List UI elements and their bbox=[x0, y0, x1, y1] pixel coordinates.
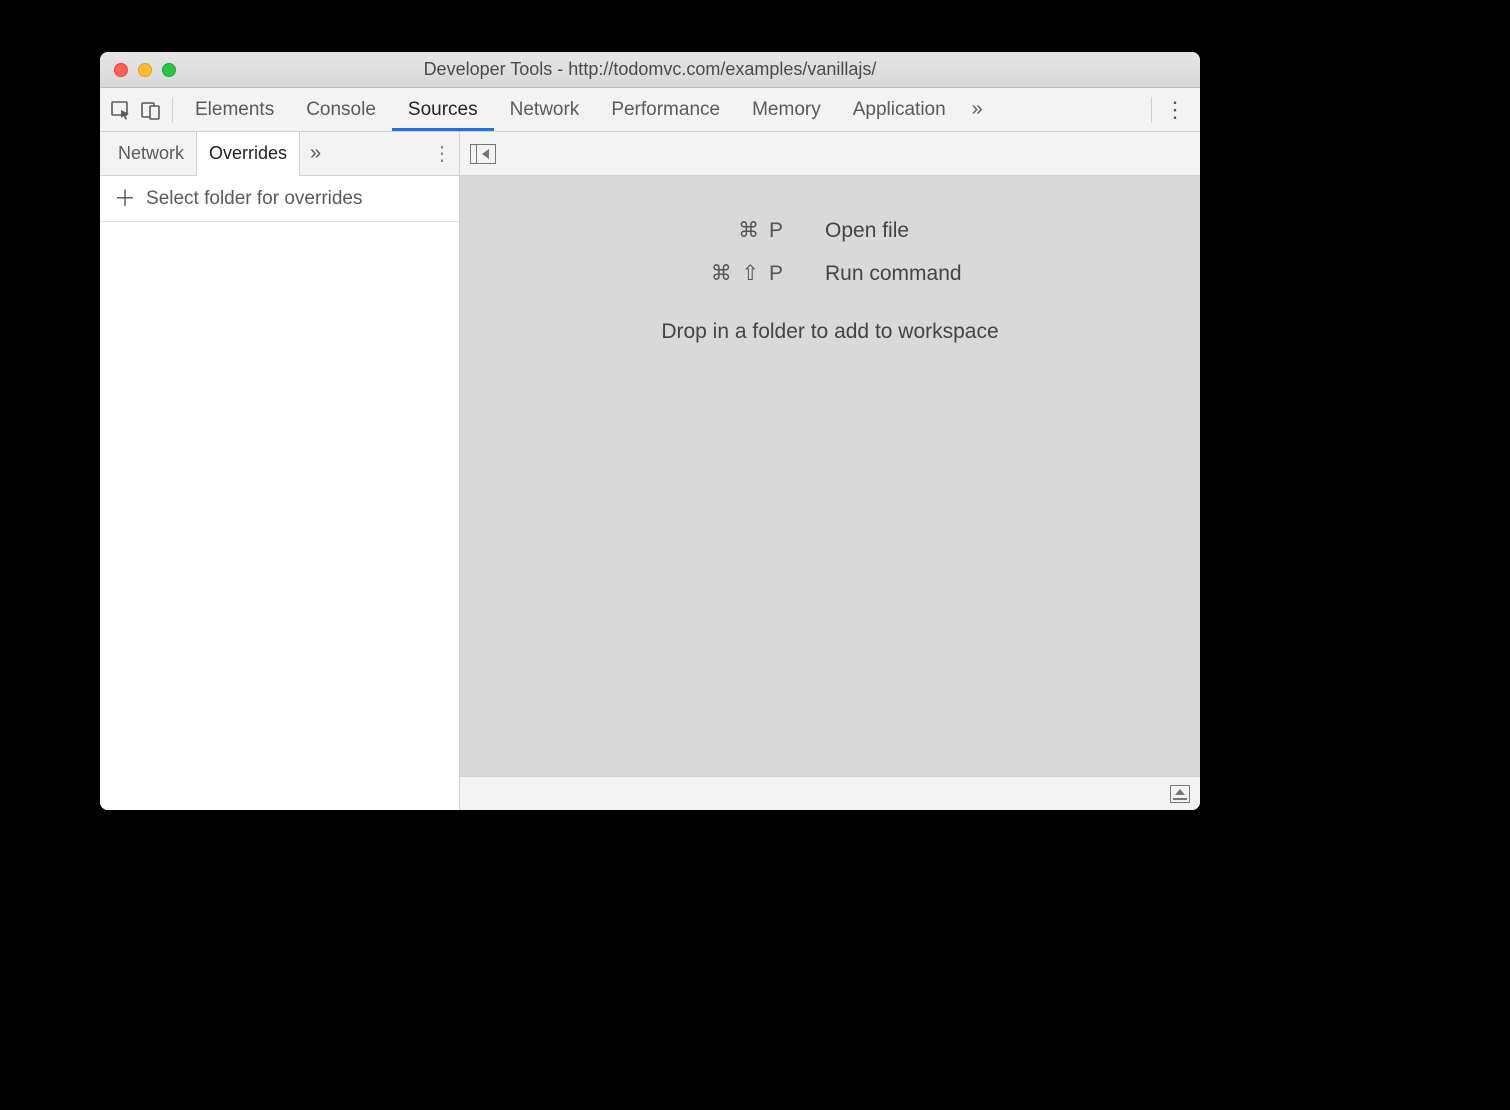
tab-application[interactable]: Application bbox=[837, 88, 962, 131]
customize-devtools-icon[interactable]: ⋮ bbox=[1160, 97, 1190, 123]
tab-label: Network bbox=[118, 143, 184, 164]
navigator-menu-icon[interactable]: ⋮ bbox=[425, 132, 459, 175]
more-navigator-tabs-icon[interactable]: » bbox=[300, 132, 331, 175]
devtools-window: Developer Tools - http://todomvc.com/exa… bbox=[100, 52, 1200, 810]
shortcut-label: Run command bbox=[825, 262, 1025, 286]
tab-network[interactable]: Network bbox=[494, 88, 596, 131]
tab-sources[interactable]: Sources bbox=[392, 88, 494, 131]
window-title: Developer Tools - http://todomvc.com/exa… bbox=[100, 59, 1200, 80]
select-folder-for-overrides-button[interactable]: ＋ Select folder for overrides bbox=[100, 176, 459, 222]
tab-label: Overrides bbox=[209, 143, 287, 164]
tab-label: Console bbox=[306, 99, 376, 121]
navigator-empty-area bbox=[100, 222, 459, 810]
editor-toolbar bbox=[460, 132, 1200, 176]
toggle-drawer-icon[interactable] bbox=[1170, 785, 1190, 803]
tab-performance[interactable]: Performance bbox=[595, 88, 736, 131]
toggle-device-toolbar-icon[interactable] bbox=[136, 95, 166, 125]
shortcut-row: ⌘ P Open file bbox=[635, 218, 1025, 243]
tab-label: Memory bbox=[752, 99, 821, 121]
body: Network Overrides » ⋮ ＋ Select folder fo… bbox=[100, 132, 1200, 810]
tab-label: Application bbox=[853, 99, 946, 121]
select-folder-label: Select folder for overrides bbox=[146, 188, 363, 210]
tab-label: Network bbox=[510, 99, 580, 121]
separator bbox=[172, 97, 173, 123]
tab-memory[interactable]: Memory bbox=[736, 88, 837, 131]
toggle-navigator-icon[interactable] bbox=[470, 144, 496, 164]
navigator-tab-overrides[interactable]: Overrides bbox=[196, 132, 300, 176]
tab-elements[interactable]: Elements bbox=[179, 88, 290, 131]
shortcut-label: Open file bbox=[825, 219, 1025, 243]
shortcut-row: ⌘ ⇧ P Run command bbox=[635, 261, 1025, 286]
navigator-tab-strip: Network Overrides » ⋮ bbox=[100, 132, 459, 176]
tab-label: Performance bbox=[611, 99, 720, 121]
tab-console[interactable]: Console bbox=[290, 88, 392, 131]
titlebar: Developer Tools - http://todomvc.com/exa… bbox=[100, 52, 1200, 88]
shortcut-keys: ⌘ ⇧ P bbox=[635, 261, 785, 286]
more-tabs-icon[interactable]: » bbox=[962, 98, 993, 121]
separator bbox=[1151, 97, 1152, 123]
tab-label: Elements bbox=[195, 99, 274, 121]
editor-statusbar bbox=[460, 776, 1200, 810]
main-tab-strip: Elements Console Sources Network Perform… bbox=[100, 88, 1200, 132]
tab-label: Sources bbox=[408, 99, 478, 121]
editor-empty-state: ⌘ P Open file ⌘ ⇧ P Run command Drop in … bbox=[460, 176, 1200, 776]
navigator-panel: Network Overrides » ⋮ ＋ Select folder fo… bbox=[100, 132, 460, 810]
inspect-element-icon[interactable] bbox=[106, 95, 136, 125]
drop-folder-message: Drop in a folder to add to workspace bbox=[661, 320, 998, 344]
navigator-tab-network[interactable]: Network bbox=[106, 132, 196, 175]
editor-panel: ⌘ P Open file ⌘ ⇧ P Run command Drop in … bbox=[460, 132, 1200, 810]
shortcut-keys: ⌘ P bbox=[635, 218, 785, 243]
plus-icon: ＋ bbox=[114, 188, 136, 210]
